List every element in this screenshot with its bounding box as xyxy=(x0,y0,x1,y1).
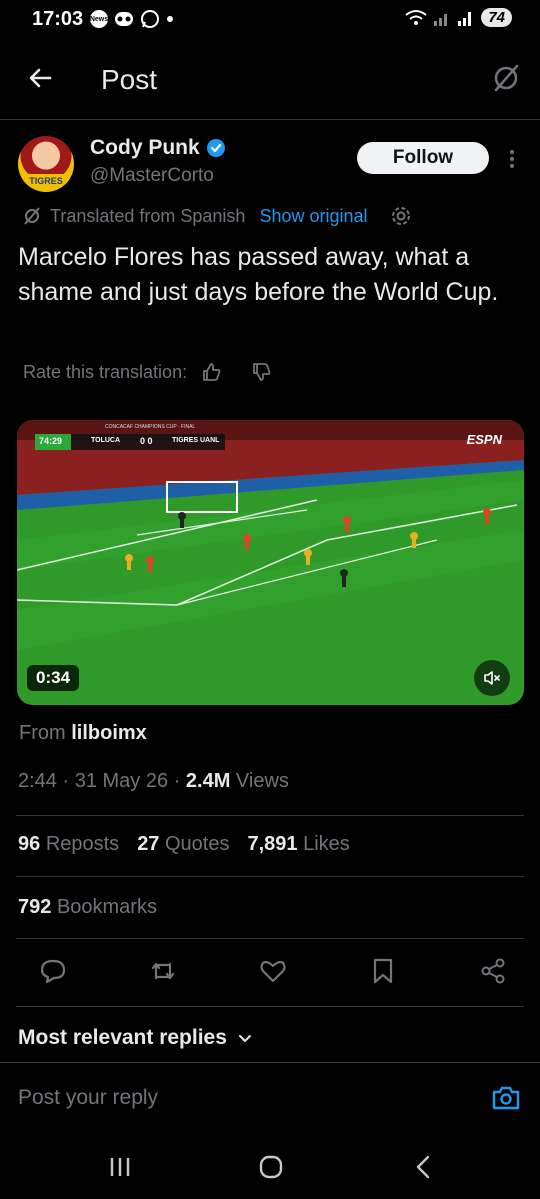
bookmark-icon[interactable] xyxy=(368,956,398,986)
scoreboard-competition: CONCACAF CHAMPIONS CUP · FINAL xyxy=(105,424,196,430)
post-date: 31 May 26 xyxy=(74,770,169,792)
quotes-label: Quotes xyxy=(165,833,230,855)
post-meta: 2:44 · 31 May 26 · 2.4M Views xyxy=(18,770,289,792)
reply-sort-label: Most relevant replies xyxy=(18,1026,227,1049)
battery-indicator: 74 xyxy=(481,8,512,27)
repost-icon[interactable] xyxy=(148,956,178,986)
share-icon[interactable] xyxy=(478,956,508,986)
author-name[interactable]: Cody Punk xyxy=(90,136,200,160)
author-name-row[interactable]: Cody Punk xyxy=(90,136,226,160)
home-icon[interactable] xyxy=(258,1154,284,1180)
back-arrow-icon[interactable] xyxy=(24,62,56,94)
views-count: 2.4M xyxy=(185,770,231,792)
show-original-link[interactable]: Show original xyxy=(259,206,367,227)
bookmarks-count: 792 xyxy=(18,896,52,918)
reply-input[interactable]: Post your reply xyxy=(18,1086,158,1110)
likes-label: Likes xyxy=(303,833,350,855)
chevron-down-icon xyxy=(238,1035,251,1043)
divider xyxy=(16,876,524,877)
avatar[interactable]: TIGRES xyxy=(18,136,74,192)
reposts-stat[interactable]: 96 Reposts xyxy=(18,833,119,856)
bookmarks-stat[interactable]: 792 Bookmarks xyxy=(18,896,157,919)
divider xyxy=(16,938,524,939)
status-notification-icons: News xyxy=(90,9,174,29)
page-title: Post xyxy=(101,64,158,95)
more-options-icon[interactable] xyxy=(505,148,519,170)
voicemail-icon xyxy=(115,12,133,26)
video-frame xyxy=(17,420,524,705)
views-label: Views xyxy=(235,770,289,792)
thumbs-up-icon[interactable] xyxy=(201,361,223,383)
system-back-icon[interactable] xyxy=(412,1154,434,1180)
recent-apps-icon[interactable] xyxy=(108,1155,132,1179)
reply-icon[interactable] xyxy=(38,956,68,986)
muted-speaker-icon xyxy=(484,671,500,685)
translation-row: Translated from Spanish Show original xyxy=(22,205,412,227)
tweet-text: Marcelo Flores has passed away, what a s… xyxy=(18,243,499,306)
camera-icon[interactable] xyxy=(490,1082,522,1114)
divider xyxy=(16,815,524,816)
reposts-count: 96 xyxy=(18,833,41,855)
top-bar: Post xyxy=(0,40,540,120)
mute-button[interactable] xyxy=(474,660,510,696)
wifi-icon xyxy=(405,9,427,25)
status-bar: 17:03 News 74 xyxy=(0,0,540,40)
thumbs-down-icon[interactable] xyxy=(251,361,273,383)
broadcaster-logo: ESPN xyxy=(466,432,502,447)
follow-button[interactable]: Follow xyxy=(357,142,489,174)
signal-icon xyxy=(434,13,448,26)
translated-label: Translated from Spanish xyxy=(50,205,246,226)
scoreboard-home: TOLUCA xyxy=(91,437,121,444)
scoreboard-score: 0 0 xyxy=(140,436,153,446)
dot-icon xyxy=(167,16,173,22)
quotes-stat[interactable]: 27 Quotes xyxy=(137,833,229,856)
verified-badge-icon xyxy=(206,139,225,157)
reply-sort-dropdown[interactable]: Most relevant replies xyxy=(18,1026,253,1050)
status-system-icons: 74 xyxy=(405,8,512,27)
author-handle[interactable]: @MasterCorto xyxy=(90,165,214,187)
status-time: 17:03 xyxy=(32,8,84,30)
translate-grok-icon xyxy=(24,207,40,225)
grok-icon[interactable] xyxy=(490,62,522,94)
whatsapp-icon xyxy=(141,10,159,28)
avatar-badge-text: TIGRES xyxy=(22,174,70,188)
scoreboard-away: TIGRES UANL xyxy=(172,437,220,444)
source-user-link[interactable]: lilboimx xyxy=(71,722,147,744)
action-bar xyxy=(38,956,508,988)
likes-stat[interactable]: 7,891 Likes xyxy=(247,833,349,856)
from-label: From xyxy=(19,722,66,744)
video-player[interactable]: 74:29 TOLUCA 0 0 TIGRES UANL CONCACAF CH… xyxy=(17,420,524,705)
quotes-count: 27 xyxy=(137,833,160,855)
divider xyxy=(16,1006,524,1007)
post-time: 2:44 xyxy=(18,770,57,792)
bookmarks-label: Bookmarks xyxy=(56,896,157,918)
likes-count: 7,891 xyxy=(247,833,298,855)
settings-gear-icon[interactable] xyxy=(390,205,412,227)
engagement-stats: 96 Reposts 27 Quotes 7,891 Likes xyxy=(18,833,350,856)
reposts-label: Reposts xyxy=(45,833,120,855)
rate-translation-row: Rate this translation: xyxy=(23,361,273,383)
signal-icon-2 xyxy=(458,11,472,26)
video-duration: 0:34 xyxy=(27,665,80,691)
like-heart-icon[interactable] xyxy=(258,956,288,986)
video-source: From lilboimx xyxy=(19,722,147,745)
news-notification-icon: News xyxy=(90,10,108,28)
rate-translation-label: Rate this translation: xyxy=(23,361,188,382)
scoreboard-clock: 74:29 xyxy=(39,436,63,446)
